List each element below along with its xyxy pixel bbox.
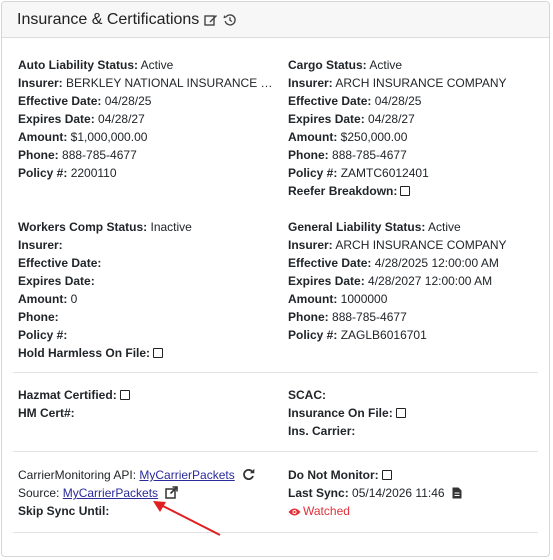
auto-policy-value: 2200110 — [70, 166, 117, 180]
auto-cargo-section: Auto Liability Status: Active Insurer: B… — [13, 56, 538, 201]
general-status-label: General Liability Status: — [288, 220, 426, 234]
panel-body: Auto Liability Status: Active Insurer: B… — [2, 38, 549, 556]
auto-expires-value: 04/28/27 — [98, 112, 145, 126]
hazmat-certified-label: Hazmat Certified: — [18, 388, 117, 402]
general-effective-value: 4/28/2025 12:00:00 AM — [374, 256, 499, 270]
divider — [13, 372, 538, 373]
hm-cert-label: HM Cert#: — [18, 406, 75, 420]
hazmat-column: Hazmat Certified: HM Cert#: — [18, 386, 280, 422]
auto-amount-label: Amount: — [18, 130, 68, 144]
divider — [13, 451, 538, 452]
auto-liability-column: Auto Liability Status: Active Insurer: B… — [18, 56, 280, 182]
general-phone-label: Phone: — [288, 310, 329, 324]
history-icon[interactable] — [223, 13, 237, 27]
cargo-insurer-value: ARCH INSURANCE COMPANY — [335, 76, 507, 90]
general-amount-value: 1000000 — [340, 292, 388, 306]
workers-amount-value: 0 — [70, 292, 78, 306]
last-sync-label: Last Sync: — [288, 486, 349, 500]
monitoring-column: CarrierMonitoring API: MyCarrierPackets … — [18, 466, 280, 520]
cargo-phone-value: 888-785-4677 — [332, 148, 407, 162]
do-not-monitor-label: Do Not Monitor: — [288, 468, 379, 482]
general-effective-label: Effective Date: — [288, 256, 372, 270]
last-sync-value: 05/14/2026 11:46 — [352, 486, 445, 500]
cargo-effective-value: 04/28/25 — [374, 94, 422, 108]
hold-harmless-label: Hold Harmless On File: — [18, 346, 151, 360]
workers-comp-column: Workers Comp Status: Inactive Insurer: E… — [18, 218, 280, 362]
hold-harmless-checkbox[interactable] — [153, 348, 164, 358]
workers-phone-label: Phone: — [18, 310, 59, 324]
auto-effective-label: Effective Date: — [18, 94, 102, 108]
workers-status-value: Inactive — [150, 220, 192, 234]
workers-amount-label: Amount: — [18, 292, 68, 306]
workers-status-label: Workers Comp Status: — [18, 220, 148, 234]
external-link-icon[interactable] — [165, 486, 179, 502]
cargo-effective-label: Effective Date: — [288, 94, 372, 108]
auto-insurer-label: Insurer: — [18, 76, 63, 90]
scac-label: SCAC: — [288, 388, 326, 402]
workers-policy-label: Policy #: — [18, 328, 68, 342]
divider — [13, 532, 538, 533]
cargo-expires-label: Expires Date: — [288, 112, 365, 126]
carrier-monitoring-api-link[interactable]: MyCarrierPackets — [139, 468, 234, 482]
auto-phone-label: Phone: — [18, 148, 59, 162]
auto-insurer-value: BERKLEY NATIONAL INSURANCE CO... — [66, 76, 280, 90]
hazmat-scac-section: Hazmat Certified: HM Cert#: SCAC: Insura… — [13, 386, 538, 442]
workers-general-section: Workers Comp Status: Inactive Insurer: E… — [13, 218, 538, 363]
auto-expires-label: Expires Date: — [18, 112, 95, 126]
auto-phone-value: 888-785-4677 — [62, 148, 137, 162]
general-expires-label: Expires Date: — [288, 274, 365, 288]
cargo-status-label: Cargo Status: — [288, 58, 367, 72]
auto-effective-value: 04/28/25 — [104, 94, 152, 108]
general-liability-column: General Liability Status: Active Insurer… — [288, 218, 538, 344]
cargo-phone-label: Phone: — [288, 148, 329, 162]
ins-carrier-label: Ins. Carrier: — [288, 424, 356, 438]
insurance-on-file-checkbox[interactable] — [395, 408, 406, 418]
file-icon[interactable] — [452, 486, 462, 502]
carrier-monitoring-api-label: CarrierMonitoring API: — [18, 468, 137, 482]
workers-expires-label: Expires Date: — [18, 274, 95, 288]
refresh-icon[interactable] — [242, 468, 255, 484]
insurance-on-file-label: Insurance On File: — [288, 406, 393, 420]
cargo-insurer-label: Insurer: — [288, 76, 333, 90]
eye-icon — [288, 504, 301, 520]
edit-icon[interactable] — [204, 13, 218, 27]
monitoring-section: CarrierMonitoring API: MyCarrierPackets … — [13, 466, 538, 522]
workers-effective-label: Effective Date: — [18, 256, 102, 270]
skip-sync-label: Skip Sync Until: — [18, 504, 110, 518]
cargo-status-value: Active — [369, 58, 403, 72]
auto-status-label: Auto Liability Status: — [18, 58, 138, 72]
general-policy-value: ZAGLB6016701 — [340, 328, 427, 342]
source-label: Source: — [18, 486, 60, 500]
general-insurer-label: Insurer: — [288, 238, 333, 252]
sync-column: Do Not Monitor: Last Sync: 05/14/2026 11… — [288, 466, 538, 520]
cargo-policy-value: ZAMTC6012401 — [340, 166, 429, 180]
cargo-policy-label: Policy #: — [288, 166, 338, 180]
general-phone-value: 888-785-4677 — [332, 310, 407, 324]
reefer-breakdown-label: Reefer Breakdown: — [288, 184, 398, 198]
workers-insurer-label: Insurer: — [18, 238, 63, 252]
do-not-monitor-checkbox[interactable] — [381, 470, 392, 480]
source-link[interactable]: MyCarrierPackets — [63, 486, 158, 500]
watched-status: Watched — [303, 504, 350, 518]
reefer-breakdown-checkbox[interactable] — [400, 186, 411, 196]
auto-status-value: Active — [140, 58, 174, 72]
auto-amount-value: $1,000,000.00 — [70, 130, 148, 144]
scac-column: SCAC: Insurance On File: Ins. Carrier: — [288, 386, 538, 440]
cargo-expires-value: 04/28/27 — [368, 112, 415, 126]
general-status-value: Active — [428, 220, 461, 234]
general-amount-label: Amount: — [288, 292, 338, 306]
panel-header: Insurance & Certifications — [2, 2, 549, 38]
general-expires-value: 4/28/2027 12:00:00 AM — [368, 274, 493, 288]
insurance-certifications-panel: Insurance & Certifications Auto Liabilit… — [1, 1, 550, 557]
panel-title: Insurance & Certifications — [17, 10, 200, 28]
general-policy-label: Policy #: — [288, 328, 338, 342]
cargo-column: Cargo Status: Active Insurer: ARCH INSUR… — [288, 56, 538, 200]
cargo-amount-label: Amount: — [288, 130, 338, 144]
auto-policy-label: Policy #: — [18, 166, 68, 180]
general-insurer-value: ARCH INSURANCE COMPANY — [335, 238, 507, 252]
hazmat-certified-checkbox[interactable] — [119, 390, 130, 400]
cargo-amount-value: $250,000.00 — [340, 130, 408, 144]
